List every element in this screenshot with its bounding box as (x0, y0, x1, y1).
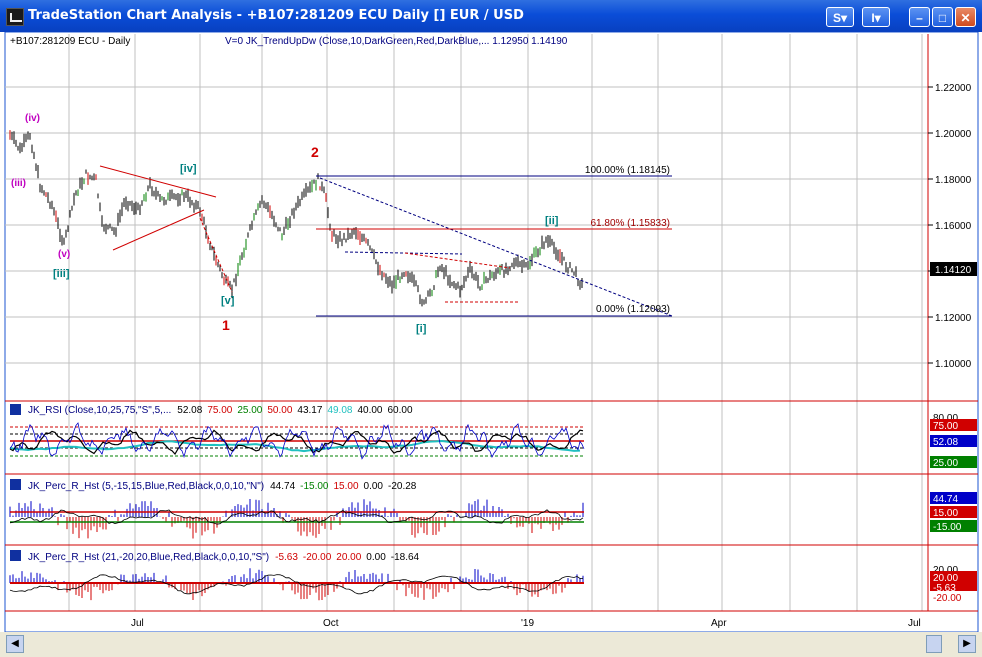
wave-label-2: 2 (311, 144, 319, 160)
indicator-value: 60.00 (388, 405, 413, 416)
perc2-vals-values: -5.63 -20.00 20.00 0.00 -18.64 (275, 552, 419, 563)
close-icon[interactable]: ✕ (955, 7, 976, 27)
indicator-value: 75.00 (207, 405, 232, 416)
axis-value-label: 25.00 (933, 458, 958, 469)
rsi-axis-labels: 80.0075.0052.0825.00 (930, 411, 977, 469)
indicator-value: 15.00 (334, 481, 359, 492)
indicator-value: 20.00 (336, 552, 361, 563)
indicator-value: 52.08 (177, 405, 202, 416)
fib-100-label: 100.00% (1.18145) (585, 165, 670, 176)
indicator-value: 25.00 (237, 405, 262, 416)
axis-value-label: -20.00 (933, 593, 962, 604)
axis-value-label: -15.00 (933, 522, 962, 533)
perc2-axis-labels: 20.0020.00-5.63-20.00 (930, 563, 977, 604)
indicator-value: 49.08 (327, 405, 352, 416)
indicator-value: 0.00 (366, 552, 386, 563)
wave-label-iv-bracket: [iv] (180, 163, 197, 175)
wave-label-i-bracket: [i] (416, 323, 427, 335)
indicator-value: -18.64 (391, 552, 420, 563)
window-title-bar: TradeStation Chart Analysis - +B107:2812… (0, 0, 982, 32)
price-tick-label: 1.20000 (935, 129, 972, 140)
indicator-value: -20.00 (303, 552, 332, 563)
axis-value-label: 15.00 (933, 508, 958, 519)
trend-indicator-label: V=0 JK_TrendUpDw (Close,10,DarkGreen,Red… (225, 36, 568, 47)
minimize-icon[interactable]: – (909, 7, 930, 27)
price-tick-label: 1.12000 (935, 313, 972, 324)
scroll-left-icon[interactable]: ◀ (6, 635, 24, 653)
x-label-oct: Oct (323, 618, 339, 629)
insert-dropdown-button[interactable]: I▾ (862, 7, 890, 27)
last-price-value: 1.14120 (935, 265, 972, 276)
wave-label-iv-small: (iv) (25, 113, 40, 124)
indicator-value: 43.17 (297, 405, 322, 416)
perc1-axis-labels: 44.74 15.00 -15.00 (930, 492, 977, 533)
indicator-value: 44.74 (270, 481, 295, 492)
perc1-indicator-icon[interactable] (10, 479, 21, 490)
perc1-label-prefix: JK_Perc_R_Hst (5,-15,15,Blue,Red,Black,0… (28, 481, 264, 492)
x-label-jul-2: Jul (908, 618, 921, 629)
perc1-label: JK_Perc_R_Hst (5,-15,15,Blue,Red,Black,0… (28, 481, 417, 492)
indicator-value: 50.00 (267, 405, 292, 416)
rsi-label-prefix: JK_RSI (Close,10,25,75,"S",5,... (28, 405, 171, 416)
x-label-apr: Apr (711, 618, 727, 629)
wave-label-1: 1 (222, 317, 230, 333)
scroll-right-icon[interactable]: ▶ (958, 635, 976, 653)
wave-label-v-bracket: [v] (221, 295, 235, 307)
wave-label-ii-bracket: [ii] (545, 215, 559, 227)
price-tick-label: 1.22000 (935, 83, 972, 94)
price-tick-label: 1.10000 (935, 359, 972, 370)
wave-label-iii-bracket: [iii] (53, 268, 70, 280)
indicator-value: 40.00 (357, 405, 382, 416)
perc1-vals-values: 44.74 -15.00 15.00 0.00 -20.28 (270, 481, 417, 492)
fib-618-label: 61.80% (1.15833) (590, 218, 670, 229)
maximize-icon[interactable]: □ (932, 7, 953, 27)
fib-0-label: 0.00% (1.12093) (596, 304, 670, 315)
wave-label-v-small: (v) (58, 249, 70, 260)
horizontal-scrollbar[interactable]: ◀ ▶ (0, 632, 982, 657)
indicator-value: 0.00 (364, 481, 384, 492)
perc2-label-prefix: JK_Perc_R_Hst (21,-20,20,Blue,Red,Black,… (28, 552, 269, 563)
x-label-19: '19 (521, 618, 534, 629)
perc2-label: JK_Perc_R_Hst (21,-20,20,Blue,Red,Black,… (28, 552, 420, 563)
perc2-indicator-icon[interactable] (10, 550, 21, 561)
styles-dropdown-button[interactable]: S▾ (826, 7, 854, 27)
symbol-label: +B107:281209 ECU - Daily (10, 36, 130, 47)
chart-area[interactable]: 100.00% (1.18145) 61.80% (1.15833) 0.00%… (0, 32, 982, 632)
price-tick-label: 1.18000 (935, 175, 972, 186)
window-title: TradeStation Chart Analysis - +B107:2812… (28, 8, 524, 23)
wave-label-iii-small: (iii) (11, 178, 26, 189)
app-chart-icon[interactable] (6, 8, 24, 26)
rsi-indicator-icon[interactable] (10, 404, 21, 415)
indicator-value: -20.28 (388, 481, 417, 492)
insert-button-label: I (871, 11, 875, 25)
axis-value-label: 75.00 (933, 421, 958, 432)
styles-button-label: S (832, 11, 841, 25)
indicator-value: -5.63 (275, 552, 298, 563)
price-tick-label: 1.16000 (935, 221, 972, 232)
indicator-value: -15.00 (300, 481, 329, 492)
axis-value-label: 52.08 (933, 437, 958, 448)
x-label-jul: Jul (131, 618, 144, 629)
scroll-thumb[interactable] (926, 635, 942, 653)
axis-value-label: 44.74 (933, 494, 958, 505)
